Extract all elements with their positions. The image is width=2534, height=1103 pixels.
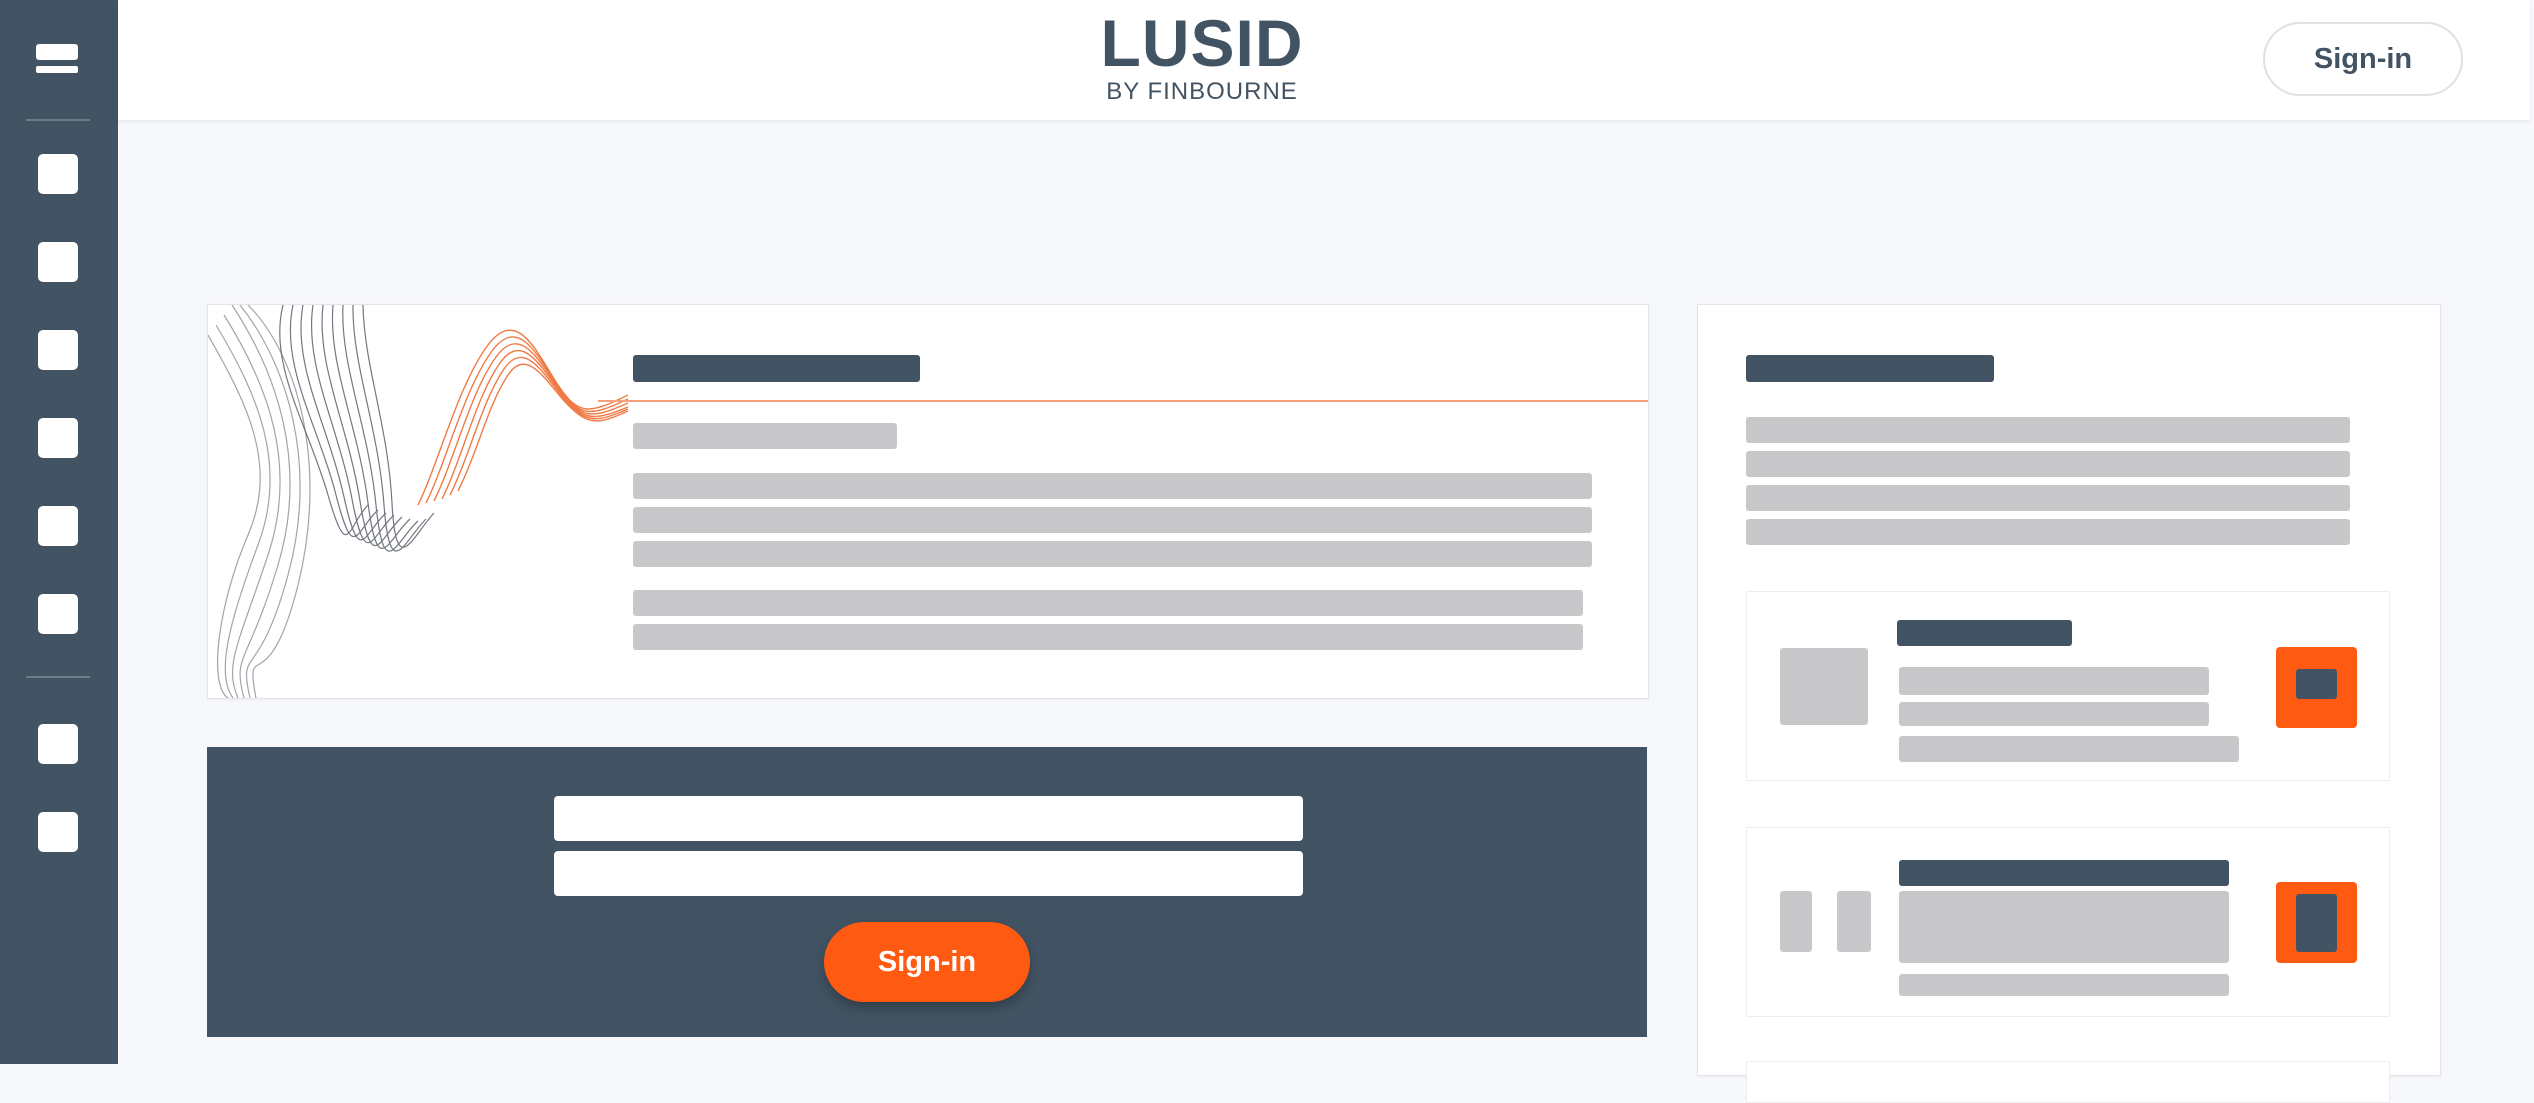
text-line-placeholder	[1746, 417, 2350, 443]
text-line-placeholder	[633, 473, 1592, 499]
signin-button[interactable]: Sign-in	[824, 922, 1030, 1002]
username-input[interactable]	[554, 796, 1303, 841]
text-line-placeholder	[1899, 736, 2239, 762]
hero-subtitle-placeholder	[633, 423, 897, 449]
side-card	[1697, 304, 2441, 1103]
text-line-placeholder	[633, 624, 1583, 650]
sidebar-nav-icon[interactable]	[38, 506, 78, 546]
item-action-button[interactable]	[2276, 882, 2357, 963]
sidebar	[0, 0, 118, 1064]
text-line-placeholder	[1899, 702, 2209, 726]
item-title-placeholder	[1897, 620, 2072, 646]
sidebar-divider	[26, 676, 90, 678]
item-icon-placeholder	[1837, 891, 1871, 952]
text-line-placeholder	[633, 590, 1583, 616]
sidebar-divider	[26, 119, 90, 121]
logo: LUSID	[1100, 6, 1304, 80]
text-line-placeholder	[1746, 519, 2350, 545]
text-line-placeholder	[1746, 485, 2350, 511]
hero-card	[207, 304, 1649, 699]
item-action-button[interactable]	[2276, 647, 2357, 728]
header-signin-button[interactable]: Sign-in	[2263, 22, 2463, 96]
sidebar-nav-icon[interactable]	[38, 154, 78, 194]
sidebar-nav-icon[interactable]	[38, 724, 78, 764]
item-thumbnail-placeholder	[1780, 648, 1868, 725]
sidebar-nav-icon[interactable]	[38, 330, 78, 370]
list-item[interactable]	[1746, 591, 2390, 781]
hero-title-placeholder	[633, 355, 920, 382]
sidebar-nav-icon[interactable]	[38, 812, 78, 852]
sidebar-nav-icon[interactable]	[38, 242, 78, 282]
header: LUSID BY FINBOURNE Sign-in	[118, 0, 2530, 120]
password-input[interactable]	[554, 851, 1303, 896]
text-line-placeholder	[633, 541, 1592, 567]
list-item[interactable]	[1746, 827, 2390, 1017]
item-title-placeholder	[1899, 860, 2229, 886]
text-line-placeholder	[633, 507, 1592, 533]
signin-panel: Sign-in	[207, 747, 1647, 1037]
wave-graphic	[208, 305, 628, 698]
item-icon-placeholder	[1780, 891, 1812, 952]
text-line-placeholder	[1746, 451, 2350, 477]
logo-subtitle: BY FINBOURNE	[1106, 78, 1298, 105]
text-line-placeholder	[1899, 667, 2209, 695]
side-title-placeholder	[1746, 355, 1994, 382]
hero-divider	[598, 400, 1648, 402]
item-content-placeholder	[1899, 891, 2229, 963]
sidebar-nav-icon[interactable]	[38, 418, 78, 458]
list-item[interactable]	[1746, 1061, 2390, 1103]
sidebar-nav-icon[interactable]	[38, 594, 78, 634]
text-line-placeholder	[1899, 974, 2229, 996]
menu-icon[interactable]	[36, 44, 78, 74]
